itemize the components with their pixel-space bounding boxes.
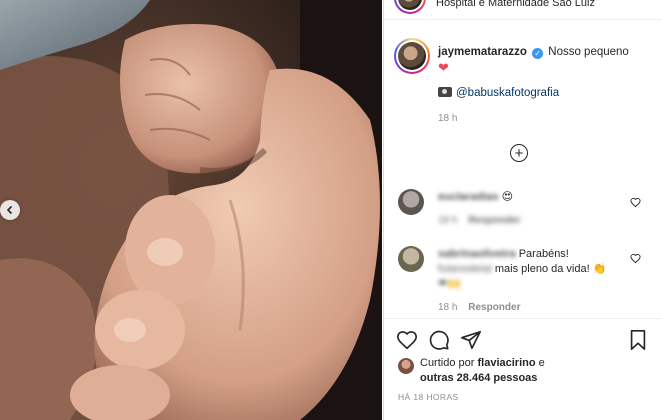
comment-time[interactable]: 18 h (438, 215, 457, 226)
bookmark-icon[interactable] (627, 329, 649, 351)
comment-1-meta: 18 h Responder (438, 215, 520, 226)
comment-time[interactable]: 18 h (438, 302, 457, 313)
comment-2-meta: 18 h Responder (438, 302, 520, 313)
caption-username[interactable]: jaymematarazzo (438, 46, 527, 58)
comment-body-line2: mais pleno da vida! 👏 (494, 263, 607, 275)
camera-icon (438, 87, 452, 97)
photo-credit: @babuskafotografia (438, 87, 559, 99)
post-location[interactable]: Hospital e Maternidade São Luiz (436, 0, 595, 9)
comment-emojis: ❤🙌 (438, 278, 461, 290)
reply-button[interactable]: Responder (468, 302, 520, 313)
post-actions: Curtido por flaviacirino e outras 28.464… (384, 318, 662, 420)
liker-username[interactable]: flaviacirino (477, 357, 535, 369)
comment-like-icon[interactable] (630, 197, 641, 208)
likes-and: e (538, 357, 545, 369)
add-circle-icon: + (514, 144, 524, 162)
comment-username[interactable]: euclaradias (438, 191, 499, 203)
heart-icon[interactable] (396, 329, 418, 351)
post-caption: jaymematarazzo ✓ Nosso pequeno ❤ (438, 44, 653, 77)
baby-hands-photo (0, 0, 382, 420)
comment-1: euclaradias 😍 (438, 190, 513, 205)
post-side-panel: Hospital e Maternidade São Luiz jaymemat… (383, 0, 662, 420)
likes-others[interactable]: outras 28.464 pessoas (420, 372, 537, 384)
verified-icon: ✓ (532, 48, 544, 59)
caption-avatar[interactable] (394, 38, 430, 74)
comment-avatar[interactable] (398, 189, 424, 215)
credit-mention[interactable]: @babuskafotografia (456, 87, 559, 99)
header-divider (384, 19, 662, 20)
post-photo (0, 0, 382, 420)
comment-avatar[interactable] (398, 246, 424, 272)
likes-summary: Curtido por flaviacirino e outras 28.464… (420, 356, 545, 386)
comment-mention[interactable]: fulanodetal (438, 263, 492, 275)
share-icon[interactable] (460, 329, 482, 351)
comment-like-icon[interactable] (630, 253, 641, 264)
likes-prefix: Curtido por (420, 357, 475, 369)
comment-icon[interactable] (428, 329, 450, 351)
heart-emoji: ❤ (438, 60, 449, 75)
prev-arrow-icon (6, 205, 13, 215)
caption-time[interactable]: 18 h (438, 113, 457, 124)
comment-2: sabrinaoliveira Parabéns! fulanodetal ma… (438, 247, 628, 292)
comment-body: 😍 (501, 191, 514, 203)
reply-button[interactable]: Responder (468, 215, 520, 226)
previous-photo-button[interactable] (0, 200, 20, 220)
load-more-comments-button[interactable]: + (510, 144, 528, 162)
header-avatar[interactable] (394, 0, 426, 14)
liker-avatar[interactable] (398, 358, 414, 374)
caption-text: Nosso pequeno (548, 46, 629, 58)
comment-body-line1: Parabéns! (518, 248, 569, 260)
comment-username[interactable]: sabrinaoliveira (438, 248, 516, 260)
post-timestamp[interactable]: HÁ 18 HORAS (398, 392, 459, 402)
